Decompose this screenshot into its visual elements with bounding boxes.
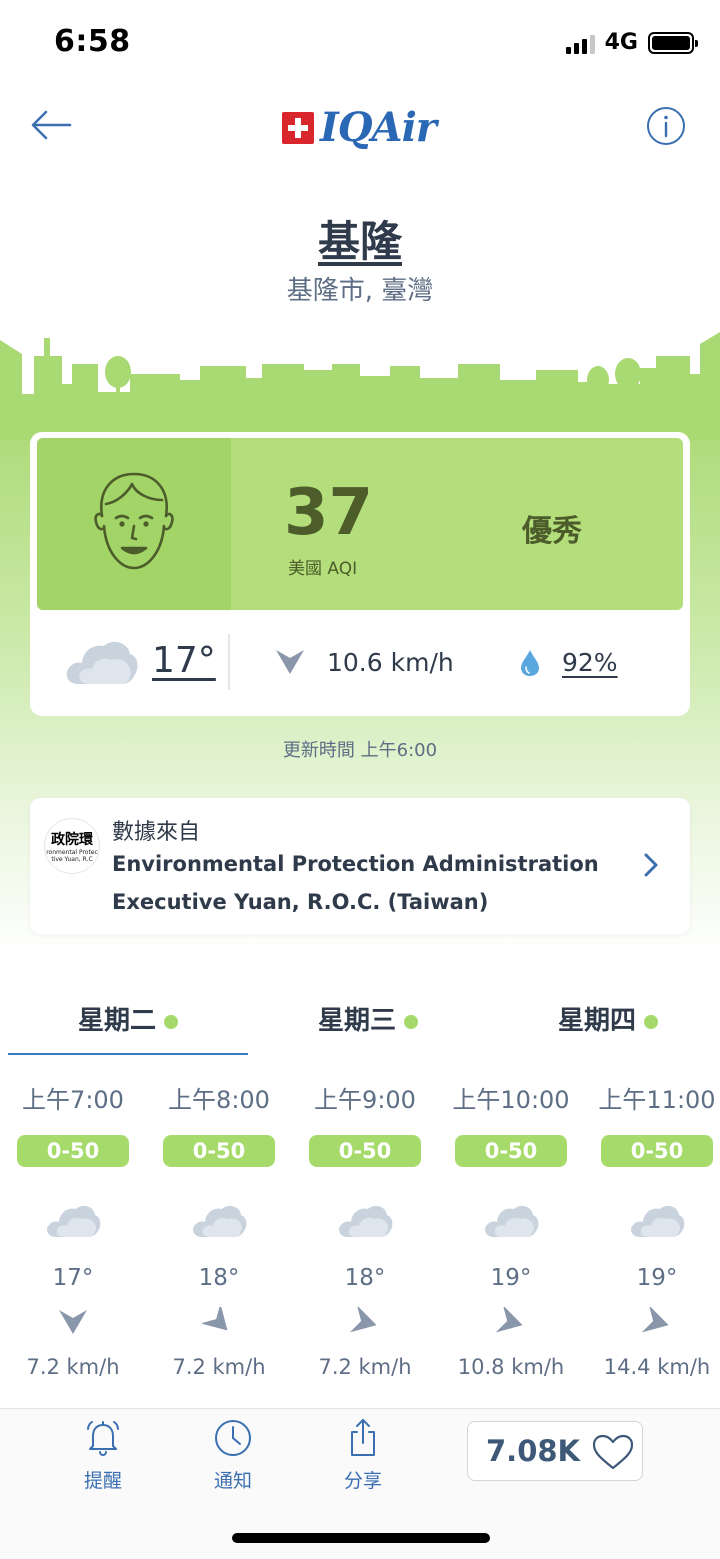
- hour-time: 上午10:00: [452, 1086, 570, 1114]
- heart-icon[interactable]: [592, 1434, 634, 1470]
- wind-direction-icon: [276, 650, 304, 674]
- hour-time: 上午7:00: [22, 1086, 124, 1114]
- cloud-icon: [631, 1205, 685, 1237]
- follower-count: 7.08K: [486, 1434, 581, 1468]
- alert-button[interactable]: 提醒: [58, 1418, 148, 1493]
- clock-icon: [215, 1420, 251, 1456]
- tab-label: 星期四: [557, 1006, 636, 1036]
- aqi-value: 37: [284, 476, 374, 550]
- current-wind-speed: 10.6 km/h: [327, 648, 454, 677]
- region-subtitle: 基隆市, 臺灣: [286, 276, 434, 306]
- water-drop-icon: [521, 650, 539, 676]
- hourly-item: 上午8:00 0-50 18° 7.2 km/h: [146, 1080, 292, 1379]
- hour-temperature: 18°: [198, 1265, 240, 1291]
- chevron-right-icon[interactable]: [640, 852, 662, 878]
- tab-thursday[interactable]: 星期四: [488, 1000, 720, 1037]
- hourly-item: 上午7:00 0-50 17° 7.2 km/h: [0, 1080, 146, 1379]
- hour-wind-speed: 10.8 km/h: [457, 1355, 565, 1379]
- current-humidity[interactable]: 92%: [562, 648, 618, 677]
- wind-direction-icon: [59, 1310, 87, 1334]
- back-arrow-icon[interactable]: [30, 108, 72, 142]
- hour-wind-speed: 7.2 km/h: [172, 1355, 266, 1379]
- cloud-icon: [485, 1205, 539, 1237]
- status-indicators: 4G: [565, 30, 698, 55]
- wind-direction-icon: [202, 1307, 228, 1331]
- data-source-label: 數據來自: [112, 820, 201, 845]
- cloud-icon: [193, 1205, 247, 1237]
- aqi-level-label: 優秀: [522, 514, 582, 549]
- wind-direction-icon: [495, 1307, 523, 1333]
- network-label: 4G: [604, 30, 638, 55]
- updated-time: 更新時間 上午6:00: [282, 740, 438, 761]
- city-title: 基隆: [0, 208, 720, 269]
- current-temperature[interactable]: 17°: [152, 640, 216, 681]
- home-indicator: [232, 1533, 490, 1543]
- hour-wind-speed: 7.2 km/h: [26, 1355, 120, 1379]
- smiling-face-icon: [94, 472, 174, 570]
- aqi-range-badge: 0-50: [309, 1135, 421, 1167]
- hourly-item: 上午9:00 0-50 18° 7.2 km/h: [292, 1080, 438, 1379]
- share-label: 分享: [343, 1470, 382, 1492]
- battery-icon: [648, 31, 698, 54]
- brand-name: IQAir: [320, 104, 437, 151]
- aqi-range-badge: 0-50: [17, 1135, 129, 1167]
- hour-time: 上午9:00: [314, 1086, 416, 1114]
- iqair-logo: IQAir: [282, 104, 437, 151]
- swiss-cross-icon: [282, 111, 314, 144]
- notify-button[interactable]: 通知: [188, 1418, 278, 1493]
- tab-label: 星期二: [77, 1006, 156, 1036]
- hour-wind-speed: 7.2 km/h: [318, 1355, 412, 1379]
- cloud-icon: [47, 1205, 101, 1237]
- hour-time: 上午11:00: [598, 1086, 716, 1114]
- status-time: 6:58: [54, 24, 131, 59]
- notify-label: 通知: [213, 1470, 252, 1492]
- cloud-icon: [339, 1205, 393, 1237]
- signal-icon: [565, 32, 595, 54]
- source-logo-subtext: ronmental Protec: [46, 849, 98, 856]
- selected-tab-indicator: [8, 1053, 248, 1055]
- city-skyline-illustration: [0, 332, 720, 440]
- data-source-name-line1: Environmental Protection Administration: [112, 852, 599, 876]
- face-panel: [37, 438, 231, 610]
- source-logo-subtext-2: tive Yuan, R.C: [51, 856, 93, 863]
- aqi-unit-label: 美國 AQI: [288, 559, 358, 579]
- cloud-icon: [66, 641, 138, 684]
- wind-direction-icon: [641, 1307, 669, 1333]
- hour-temperature: 19°: [490, 1265, 532, 1291]
- hour-time: 上午8:00: [168, 1086, 270, 1114]
- aqi-dot: [164, 1014, 178, 1029]
- aqi-range-badge: 0-50: [455, 1135, 567, 1167]
- aqi-range-badge: 0-50: [601, 1135, 713, 1167]
- source-logo-text: 政院環: [51, 832, 93, 848]
- alert-label: 提醒: [83, 1470, 122, 1492]
- share-icon: [351, 1419, 375, 1456]
- aqi-dot: [644, 1014, 658, 1029]
- divider: [228, 634, 230, 690]
- hour-temperature: 19°: [636, 1265, 678, 1291]
- aqi-dot: [404, 1014, 418, 1029]
- share-button[interactable]: 分享: [318, 1418, 408, 1493]
- hourly-item: 上午10:00 0-50 19° 10.8 km/h: [438, 1080, 584, 1379]
- tab-wednesday[interactable]: 星期三: [248, 1000, 488, 1037]
- hourly-item: 上午11:00 0-50 19° 14.4 km/h: [584, 1080, 720, 1379]
- city-name: 基隆: [317, 217, 402, 266]
- data-source-name-line2: Executive Yuan, R.O.C. (Taiwan): [112, 890, 489, 914]
- hour-wind-speed: 14.4 km/h: [603, 1355, 711, 1379]
- tab-label: 星期三: [317, 1006, 396, 1036]
- tab-tuesday[interactable]: 星期二: [8, 1000, 248, 1037]
- hour-temperature: 18°: [344, 1265, 386, 1291]
- bell-icon: [87, 1421, 119, 1456]
- source-logo: 政院環 ronmental Protec tive Yuan, R.C: [44, 818, 100, 874]
- info-icon[interactable]: [646, 106, 686, 146]
- aqi-range-badge: 0-50: [163, 1135, 275, 1167]
- wind-direction-icon: [349, 1307, 377, 1333]
- hour-temperature: 17°: [52, 1265, 94, 1291]
